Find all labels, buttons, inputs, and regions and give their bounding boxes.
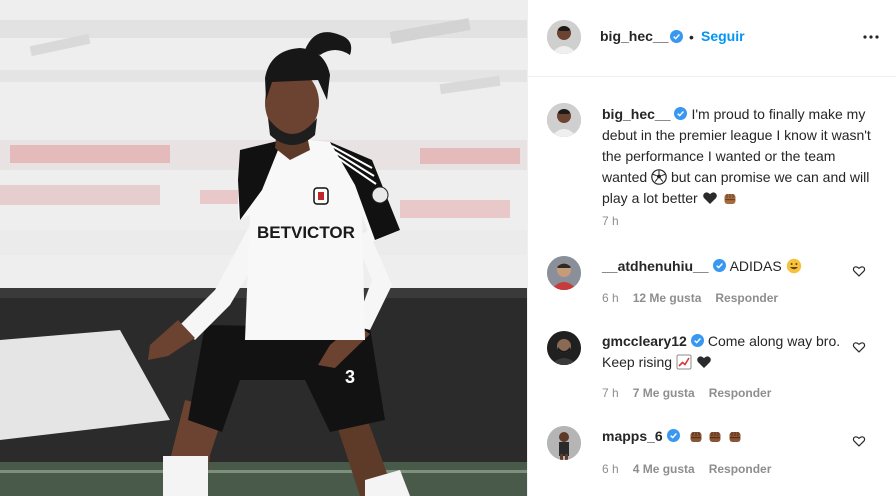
comment-username[interactable]: gmccleary12 [602,333,687,349]
post-header: big_hec__ • Seguir [528,0,896,77]
soccer-ball-emoji [651,169,667,185]
reply-button[interactable]: Responder [709,386,772,400]
comment-meta: 6 h 4 Me gusta Responder [602,462,785,476]
comment-text: ADIDAS [729,258,782,274]
comment-item: __atdhenuhiu__ ADIDAS [602,256,852,277]
caption-time: 7 h [602,214,619,228]
post-photo[interactable]: 3 BETVICTOR [0,0,527,496]
shorts-number: 3 [345,367,355,387]
black-heart-emoji [702,192,717,204]
grinning-emoji [786,258,801,274]
follow-button[interactable]: Seguir [701,28,745,44]
verified-icon [712,259,726,272]
comment-item: mapps_6 [602,426,852,447]
chart-increasing-emoji [676,354,692,370]
more-options-icon[interactable] [861,29,881,45]
black-heart-emoji [696,356,711,368]
comment-username[interactable]: mapps_6 [602,428,663,444]
post-side-panel: big_hec__ • Seguir big_hec__ I'm proud to… [527,0,896,496]
verified-icon [666,429,680,442]
comment-item: gmccleary12 Come along way bro. Keep risi… [602,331,852,373]
author-username[interactable]: big_hec__ [600,28,668,44]
post-caption: big_hec__ I'm proud to finally make my de… [602,104,877,209]
fist-emoji [690,432,702,442]
footballer-photo: 3 BETVICTOR [0,0,527,496]
caption-avatar[interactable] [547,103,581,137]
heart-icon[interactable] [852,264,866,278]
comment-likes[interactable]: 12 Me gusta [633,291,702,305]
shirt-sponsor: BETVICTOR [257,223,355,242]
comment-likes[interactable]: 4 Me gusta [633,462,695,476]
comment-avatar[interactable] [547,331,581,365]
reply-button[interactable]: Responder [715,291,778,305]
reply-button[interactable]: Responder [709,462,772,476]
heart-icon[interactable] [852,434,866,448]
comment-likes[interactable]: 7 Me gusta [633,386,695,400]
verified-icon [674,107,688,120]
comment-meta: 7 h 7 Me gusta Responder [602,386,785,400]
comment-time: 7 h [602,386,619,400]
heart-icon[interactable] [852,340,866,354]
comment-time: 6 h [602,291,619,305]
separator-dot: • [689,29,694,45]
author-avatar[interactable] [547,20,581,54]
comment-avatar[interactable] [547,426,581,460]
comment-time: 6 h [602,462,619,476]
verified-icon [690,334,704,347]
comment-avatar[interactable] [547,256,581,290]
comment-username[interactable]: __atdhenuhiu__ [602,258,709,274]
verified-icon [670,30,683,43]
fist-emoji [709,432,721,442]
fist-emoji [729,432,741,442]
comment-meta: 6 h 12 Me gusta Responder [602,291,792,305]
caption-username[interactable]: big_hec__ [602,106,670,122]
fist-emoji [724,194,736,204]
